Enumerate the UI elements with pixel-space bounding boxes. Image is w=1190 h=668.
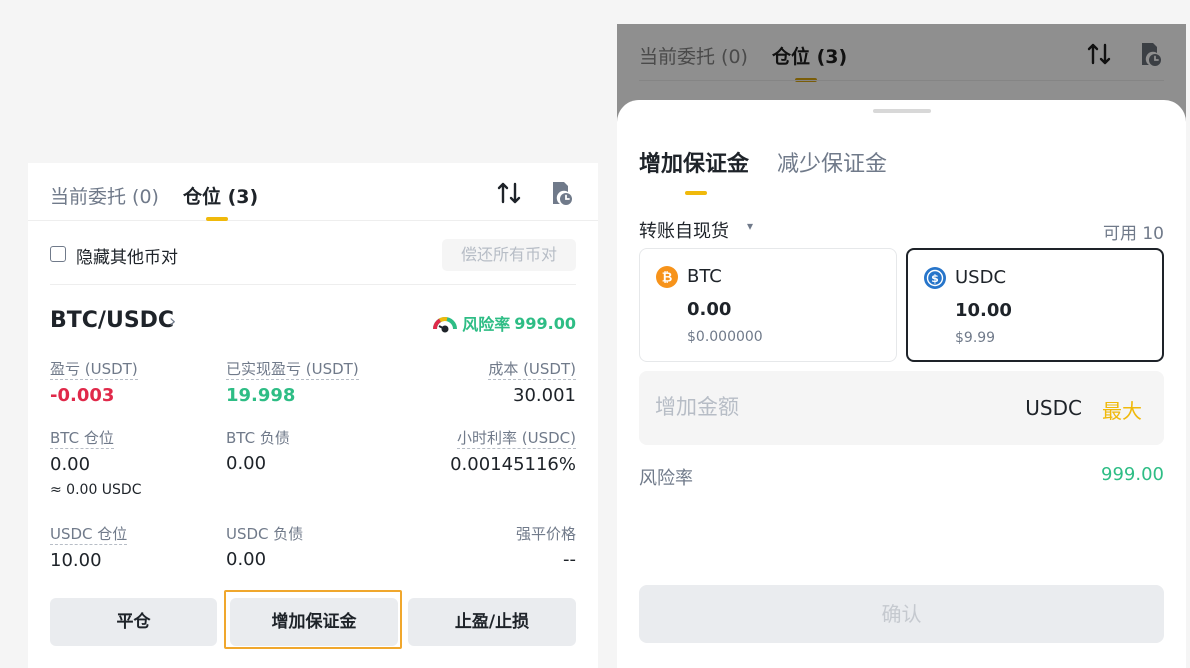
risk-label: 风险率 bbox=[462, 315, 511, 334]
active-tab-indicator bbox=[206, 217, 228, 221]
liq-price-value: -- bbox=[563, 549, 576, 570]
usdc-debt-cell: USDC 负债 0.00 bbox=[226, 524, 303, 571]
cost-cell: 成本 (USDT) 30.001 bbox=[488, 359, 576, 407]
close-position-button[interactable]: 平仓 bbox=[50, 598, 217, 646]
add-margin-screen: 当前委托 (0) 仓位 (3) 增加保证金 减少保证金 转账自现货 ▾ 可用 1… bbox=[617, 24, 1186, 668]
usdc-icon: $ bbox=[924, 267, 946, 289]
usdc-position-cell: USDC 仓位 10.00 bbox=[50, 524, 128, 572]
btc-position-usdc: ≈ 0.00 USDC bbox=[50, 482, 142, 498]
hide-other-pairs-checkbox[interactable] bbox=[50, 246, 66, 262]
tab-add-margin[interactable]: 增加保证金 bbox=[639, 146, 749, 178]
svg-text:₿: ₿ bbox=[662, 271, 673, 286]
realized-pnl-value: 19.998 bbox=[226, 385, 296, 406]
hourly-rate-label[interactable]: 小时利率 (USDC) bbox=[457, 428, 576, 449]
usdc-debt-value: 0.00 bbox=[226, 549, 267, 570]
divider bbox=[50, 284, 576, 285]
tab-open-orders[interactable]: 当前委托 (0) bbox=[50, 182, 159, 209]
pnl-value: -0.003 bbox=[50, 385, 115, 406]
liq-price-label: 强平价格 bbox=[515, 525, 576, 543]
chevron-right-icon[interactable]: › bbox=[169, 311, 176, 332]
tab-positions-dimmed: 仓位 (3) bbox=[772, 46, 848, 68]
amount-unit: USDC bbox=[1025, 396, 1082, 420]
tab-open-orders-dimmed: 当前委托 (0) bbox=[639, 46, 748, 68]
amount-input[interactable] bbox=[655, 395, 955, 419]
asset-card-usdc[interactable]: $ USDC 10.00 $9.99 bbox=[906, 248, 1164, 362]
realized-pnl-cell: 已实现盈亏 (USDT) 19.998 bbox=[226, 359, 359, 407]
btc-position-label[interactable]: BTC 仓位 bbox=[50, 428, 114, 449]
active-tab-indicator bbox=[685, 191, 707, 195]
add-margin-sheet: 增加保证金 减少保证金 转账自现货 ▾ 可用 10 ₿ BTC 0.00 $0.… bbox=[617, 100, 1186, 668]
pnl-label[interactable]: 盈亏 (USDT) bbox=[50, 359, 138, 380]
history-icon[interactable] bbox=[550, 180, 574, 206]
hourly-rate-cell: 小时利率 (USDC) 0.00145116% bbox=[450, 428, 576, 476]
tabs-bar: 当前委托 (0) 仓位 (3) bbox=[28, 163, 598, 221]
btc-debt-label: BTC 负债 bbox=[226, 429, 290, 447]
cost-label[interactable]: 成本 (USDT) bbox=[488, 359, 576, 380]
risk-value: 999.00 bbox=[514, 313, 576, 333]
available-balance: 可用 10 bbox=[1102, 224, 1164, 244]
cost-value: 30.001 bbox=[513, 385, 576, 406]
asset-usd-value: $0.000000 bbox=[687, 329, 763, 345]
tab-positions[interactable]: 仓位 (3) bbox=[183, 182, 258, 209]
transfer-source-select[interactable]: 转账自现货 bbox=[639, 217, 729, 243]
btc-debt-cell: BTC 负债 0.00 bbox=[226, 428, 290, 475]
repay-all-button[interactable]: 偿还所有币对 bbox=[442, 239, 576, 271]
btc-position-value: 0.00 bbox=[50, 454, 91, 475]
add-margin-button[interactable]: 增加保证金 bbox=[230, 598, 398, 646]
tab-reduce-margin[interactable]: 减少保证金 bbox=[777, 146, 887, 178]
hide-other-pairs-label[interactable]: 隐藏其他币对 bbox=[76, 243, 178, 268]
hourly-rate-value: 0.00145116% bbox=[450, 454, 576, 475]
confirm-button[interactable]: 确认 bbox=[639, 585, 1164, 643]
risk-rate-label: 风险率 bbox=[639, 468, 693, 489]
svg-text:$: $ bbox=[931, 272, 939, 285]
asset-amount: 0.00 bbox=[687, 299, 732, 320]
usdc-position-value: 10.00 bbox=[50, 550, 102, 571]
position-panel: 当前委托 (0) 仓位 (3) 隐藏其他币对 偿还所有币对 BTC/USDC ›… bbox=[28, 163, 598, 668]
divider bbox=[639, 80, 1164, 81]
asset-name: BTC bbox=[687, 266, 722, 287]
asset-usd-value: $9.99 bbox=[955, 330, 996, 346]
btc-position-cell: BTC 仓位 0.00 ≈ 0.00 USDC bbox=[50, 428, 142, 498]
history-icon bbox=[1142, 43, 1161, 66]
btc-debt-value: 0.00 bbox=[226, 453, 267, 474]
bitcoin-icon: ₿ bbox=[656, 266, 678, 288]
pair-title[interactable]: BTC/USDC bbox=[50, 308, 174, 333]
risk-rate: 风险率 999.00 bbox=[432, 311, 576, 335]
pnl-cell: 盈亏 (USDT) -0.003 bbox=[50, 359, 138, 407]
usdc-debt-label: USDC 负债 bbox=[226, 525, 304, 543]
sort-icon bbox=[1087, 43, 1111, 65]
hide-other-pairs-row: 隐藏其他币对 偿还所有币对 bbox=[50, 239, 576, 271]
amount-field: USDC 最大 bbox=[639, 371, 1164, 445]
realized-pnl-label[interactable]: 已实现盈亏 (USDT) bbox=[226, 359, 359, 380]
sort-icon[interactable] bbox=[496, 180, 522, 206]
caret-down-icon[interactable]: ▾ bbox=[747, 219, 753, 233]
asset-amount: 10.00 bbox=[955, 300, 1012, 321]
risk-rate-value: 999.00 bbox=[1101, 464, 1164, 485]
asset-card-btc[interactable]: ₿ BTC 0.00 $0.000000 bbox=[639, 248, 897, 362]
tp-sl-button[interactable]: 止盈/止损 bbox=[408, 598, 576, 646]
max-button[interactable]: 最大 bbox=[1102, 395, 1142, 424]
usdc-position-label[interactable]: USDC 仓位 bbox=[50, 524, 128, 545]
gauge-icon bbox=[433, 316, 458, 333]
asset-name: USDC bbox=[955, 267, 1007, 288]
sheet-drag-handle[interactable] bbox=[873, 109, 931, 113]
liq-price-cell: 强平价格 -- bbox=[516, 524, 576, 571]
